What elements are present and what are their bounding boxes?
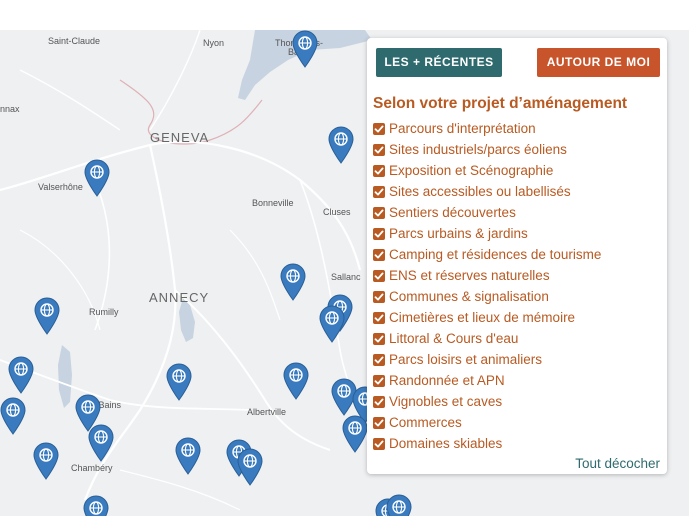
filter-panel: LES + RÉCENTES AUTOUR DE MOI Selon votre…	[367, 38, 667, 474]
filter-list: Parcours d'interprétation Sites industrie…	[373, 118, 601, 454]
map-pin-icon[interactable]	[88, 424, 114, 462]
place-label: Sallanc	[331, 272, 361, 282]
filter-label: Parcours d'interprétation	[389, 121, 536, 136]
filter-item[interactable]: Vignobles et caves	[373, 391, 601, 412]
filter-label: Domaines skiables	[389, 436, 503, 451]
checkbox-checked-icon[interactable]	[373, 437, 385, 450]
map-pin-icon[interactable]	[175, 437, 201, 475]
checkbox-checked-icon[interactable]	[373, 143, 385, 156]
place-label: nnax	[0, 104, 20, 114]
checkbox-checked-icon[interactable]	[373, 248, 385, 261]
place-label: Cluses	[323, 207, 351, 217]
filter-item[interactable]: Cimetières et lieux de mémoire	[373, 307, 601, 328]
panel-title: Selon votre projet d’aménagement	[373, 95, 628, 112]
filter-label: Exposition et Scénographie	[389, 163, 554, 178]
filter-item[interactable]: ENS et réserves naturelles	[373, 265, 601, 286]
place-label: Valserhône	[38, 182, 83, 192]
checkbox-checked-icon[interactable]	[373, 290, 385, 303]
filter-label: Littoral & Cours d'eau	[389, 331, 519, 346]
filter-item[interactable]: Domaines skiables	[373, 433, 601, 454]
checkbox-checked-icon[interactable]	[373, 122, 385, 135]
place-label: Chambéry	[71, 463, 113, 473]
filter-item[interactable]: Sentiers découvertes	[373, 202, 601, 223]
filter-item[interactable]: Sites accessibles ou labellisés	[373, 181, 601, 202]
map-pin-icon[interactable]	[237, 448, 263, 486]
uncheck-all-link[interactable]: Tout décocher	[575, 456, 660, 471]
filter-label: Sites accessibles ou labellisés	[389, 184, 571, 199]
place-label: ANNECY	[149, 290, 210, 305]
filter-item[interactable]: Sites industriels/parcs éoliens	[373, 139, 601, 160]
filter-label: Sentiers découvertes	[389, 205, 516, 220]
map-pin-icon[interactable]	[283, 362, 309, 400]
checkbox-checked-icon[interactable]	[373, 395, 385, 408]
filter-item[interactable]: Communes & signalisation	[373, 286, 601, 307]
map-pin-icon[interactable]	[0, 397, 26, 435]
filter-label: Sites industriels/parcs éoliens	[389, 142, 567, 157]
place-label: Bonneville	[252, 198, 294, 208]
around-me-button[interactable]: AUTOUR DE MOI	[537, 48, 660, 77]
filter-label: Communes & signalisation	[389, 289, 549, 304]
filter-item[interactable]: Camping et résidences de tourisme	[373, 244, 601, 265]
filter-label: Parcs urbains & jardins	[389, 226, 528, 241]
filter-label: ENS et réserves naturelles	[389, 268, 550, 283]
place-label: Nyon	[203, 38, 225, 48]
checkbox-checked-icon[interactable]	[373, 269, 385, 282]
filter-item[interactable]: Exposition et Scénographie	[373, 160, 601, 181]
filter-item[interactable]: Commerces	[373, 412, 601, 433]
map-pin-icon[interactable]	[342, 415, 368, 453]
checkbox-checked-icon[interactable]	[373, 164, 385, 177]
map-pin-icon[interactable]	[83, 495, 109, 516]
map-pin-icon[interactable]	[166, 363, 192, 401]
place-label: Saint-Claude	[48, 36, 101, 46]
place-label: Rumilly	[89, 307, 119, 317]
filter-item[interactable]: Parcs urbains & jardins	[373, 223, 601, 244]
map-pin-icon[interactable]	[386, 494, 412, 516]
checkbox-checked-icon[interactable]	[373, 374, 385, 387]
filter-item[interactable]: Parcs loisirs et animaliers	[373, 349, 601, 370]
map-pin-icon[interactable]	[319, 305, 345, 343]
filter-item[interactable]: Littoral & Cours d'eau	[373, 328, 601, 349]
map-pin-icon[interactable]	[328, 126, 354, 164]
checkbox-checked-icon[interactable]	[373, 227, 385, 240]
map-pin-icon[interactable]	[33, 442, 59, 480]
place-label: Albertville	[247, 407, 287, 417]
map-pin-icon[interactable]	[292, 30, 318, 68]
filter-label: Randonnée et APN	[389, 373, 505, 388]
checkbox-checked-icon[interactable]	[373, 311, 385, 324]
map-pin-icon[interactable]	[8, 356, 34, 394]
filter-label: Cimetières et lieux de mémoire	[389, 310, 576, 325]
filter-label: Parcs loisirs et animaliers	[389, 352, 543, 367]
checkbox-checked-icon[interactable]	[373, 185, 385, 198]
most-recent-button[interactable]: LES + RÉCENTES	[376, 48, 502, 77]
map-pin-icon[interactable]	[84, 159, 110, 197]
map-pin-icon[interactable]	[34, 297, 60, 335]
checkbox-checked-icon[interactable]	[373, 416, 385, 429]
place-label: GENEVA	[150, 130, 210, 145]
filter-label: Vignobles et caves	[389, 394, 503, 409]
checkbox-checked-icon[interactable]	[373, 206, 385, 219]
filter-item[interactable]: Randonnée et APN	[373, 370, 601, 391]
map-pin-icon[interactable]	[280, 263, 306, 301]
filter-label: Commerces	[389, 415, 462, 430]
checkbox-checked-icon[interactable]	[373, 332, 385, 345]
checkbox-checked-icon[interactable]	[373, 353, 385, 366]
filter-label: Camping et résidences de tourisme	[389, 247, 602, 262]
filter-item[interactable]: Parcours d'interprétation	[373, 118, 601, 139]
